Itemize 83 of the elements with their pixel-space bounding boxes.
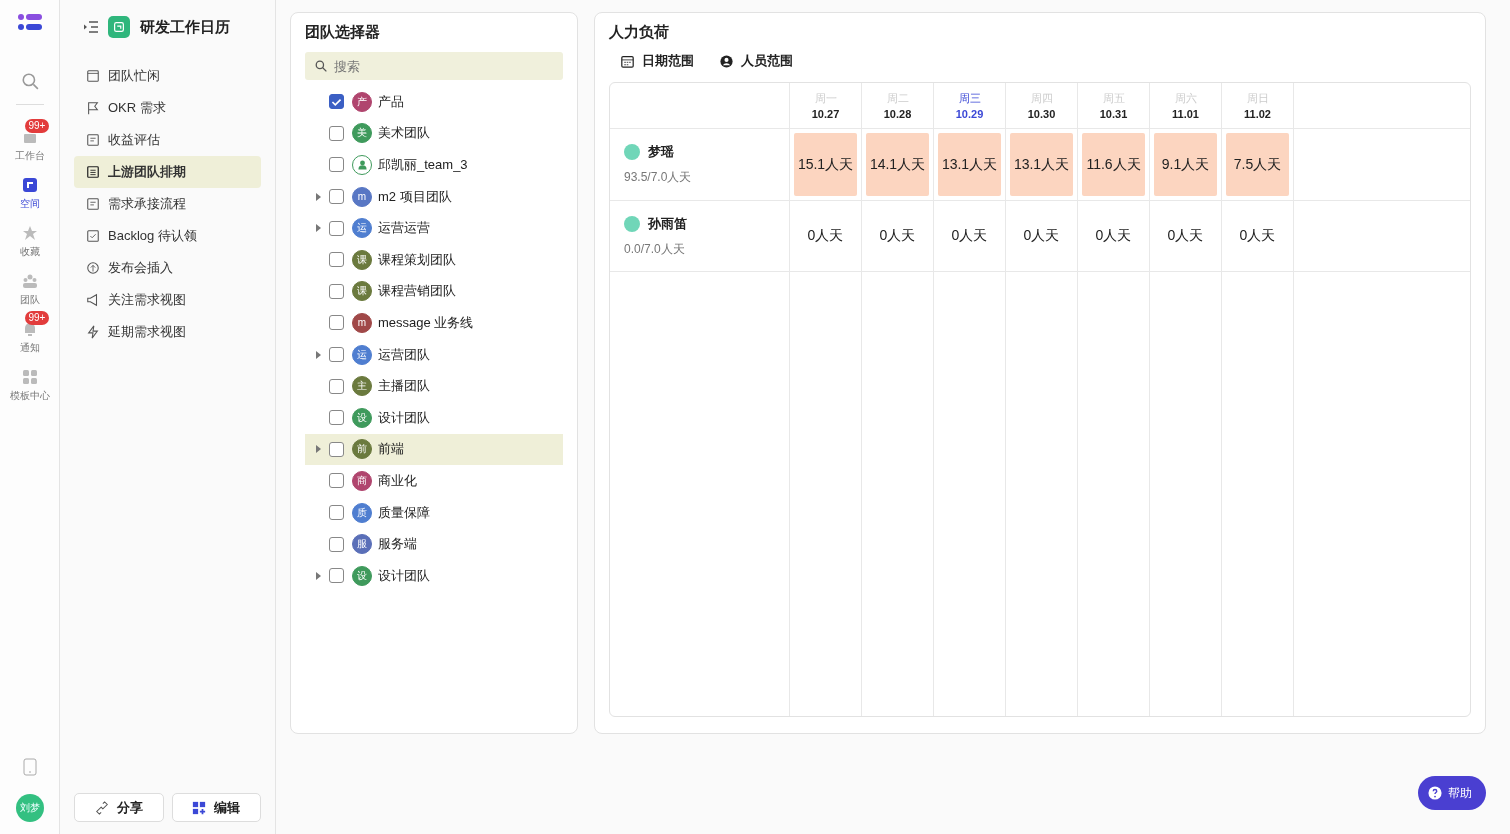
person-name: 孙雨笛: [648, 215, 687, 233]
team-row[interactable]: 美 美术团队: [305, 117, 563, 150]
team-avatar: 质: [352, 502, 372, 523]
rail-item[interactable]: 收藏: [2, 215, 57, 259]
weekday-label: 周三: [958, 91, 981, 106]
rail-item[interactable]: 空间: [2, 167, 57, 211]
nav-item[interactable]: 延期需求视图: [74, 316, 261, 348]
team-avatar: m: [352, 186, 372, 207]
date-label: 10.27: [811, 108, 840, 120]
team-avatar: 前: [352, 439, 372, 460]
nav-item[interactable]: Backlog 待认领: [74, 220, 261, 252]
team-avatar: 美: [352, 123, 372, 144]
date-label: 10.28: [883, 108, 912, 120]
team-row[interactable]: m message 业务线: [305, 307, 563, 339]
workload-cell: 13.1人天: [1010, 133, 1073, 196]
team-row[interactable]: 前 前端: [305, 433, 563, 466]
app-title: 研发工作日历: [140, 17, 230, 37]
workload-cell-text: 0人天: [878, 226, 917, 245]
nav-item[interactable]: 发布会插入: [74, 252, 261, 284]
filter-button[interactable]: 日期范围: [621, 52, 694, 70]
date-label: 10.29: [955, 108, 984, 120]
date-label: 10.31: [1099, 108, 1128, 120]
team-row[interactable]: 商 商业化: [305, 465, 563, 497]
team-row[interactable]: 产 产品: [305, 86, 563, 118]
count-badge: 99+: [24, 119, 50, 133]
workload-cell: 11.6人天: [1082, 133, 1145, 196]
date-label: 11.01: [1172, 108, 1199, 120]
workload-total: 93.5/7.0人天: [624, 169, 693, 186]
team-row[interactable]: 运 运营团队: [305, 338, 563, 371]
rail-item[interactable]: 通知 99+: [2, 311, 57, 355]
workload-cell: 9.1人天: [1154, 133, 1217, 196]
filter-button[interactable]: 人员范围: [720, 52, 793, 70]
workload-cell-text: 0人天: [1238, 226, 1277, 245]
workload-cell: 13.1人天: [938, 133, 1001, 196]
team-row[interactable]: 质 质量保障: [305, 496, 563, 529]
team-avatar: 课: [352, 281, 372, 302]
team-row[interactable]: 设 设计团队: [305, 559, 563, 592]
team-avatar: 服: [352, 534, 372, 555]
team-avatar: 产: [352, 91, 372, 112]
workload-cell: 7.5人天: [1226, 133, 1289, 196]
workload-cell-text: 0人天: [1094, 226, 1133, 245]
team-avatar: 设: [352, 565, 372, 586]
team-row[interactable]: m m2 项目团队: [305, 180, 563, 213]
team-avatar: m: [352, 312, 372, 333]
team-row[interactable]: 课 课程策划团队: [305, 243, 563, 276]
help-button[interactable]: 帮助: [1418, 776, 1486, 810]
nav-button[interactable]: 编辑: [171, 793, 261, 822]
workload-cell: 15.1人天: [794, 133, 857, 196]
team-row[interactable]: 邱凯丽_team_3: [305, 149, 563, 181]
rail-item[interactable]: 模板中心: [2, 359, 57, 403]
nav-item[interactable]: 关注需求视图: [74, 284, 261, 316]
rail-item[interactable]: 工作台 99+: [2, 119, 57, 163]
team-row[interactable]: 运 运营运营: [305, 212, 563, 244]
panel-title: 人力负荷: [609, 23, 670, 42]
workload-cell-text: 0人天: [1166, 226, 1205, 245]
team-avatar: 设: [352, 407, 372, 428]
search-field[interactable]: 搜索: [305, 52, 563, 80]
team-avatar: 运: [352, 218, 372, 239]
team-avatar: 课: [352, 249, 372, 270]
team-avatar: 主: [352, 376, 372, 397]
workload-cell-text: 0人天: [950, 226, 989, 245]
team-avatar: 商: [352, 470, 372, 491]
workload-cell-text: 0人天: [806, 226, 845, 245]
nav-item[interactable]: 团队忙闲: [74, 60, 261, 92]
count-badge: 99+: [24, 311, 50, 325]
team-row[interactable]: 设 设计团队: [305, 401, 563, 434]
team-row[interactable]: 主 主播团队: [305, 370, 563, 402]
rail-item[interactable]: 团队: [2, 263, 57, 307]
nav-item[interactable]: 收益评估: [74, 124, 261, 156]
date-label: 11.02: [1244, 108, 1271, 120]
nav-item[interactable]: 上游团队排期: [74, 156, 261, 188]
workload-cell: 14.1人天: [866, 133, 929, 196]
person-name: 梦瑶: [648, 143, 674, 161]
nav-item[interactable]: OKR 需求: [74, 92, 261, 124]
team-row[interactable]: 服 服务端: [305, 528, 563, 560]
team-avatar: 运: [352, 344, 372, 365]
workload-total: 0.0/7.0人天: [624, 241, 686, 258]
workload-cell-text: 0人天: [1022, 226, 1061, 245]
team-row[interactable]: 课 课程营销团队: [305, 275, 563, 308]
nav-button[interactable]: 分享: [74, 793, 164, 822]
date-label: 10.30: [1027, 108, 1056, 120]
panel-title: 团队选择器: [305, 23, 381, 42]
nav-item[interactable]: 需求承接流程: [74, 188, 261, 220]
